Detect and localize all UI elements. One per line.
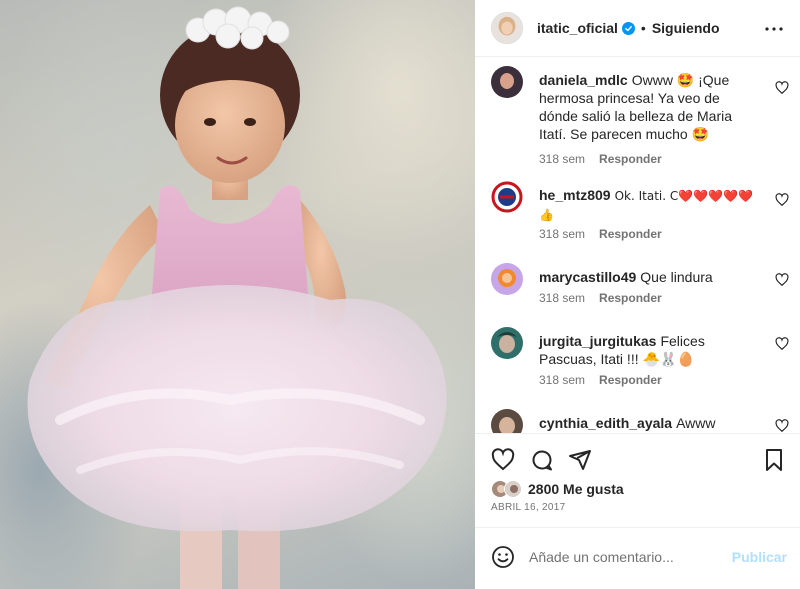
reply-button[interactable]: Responder	[599, 291, 662, 305]
likes-summary[interactable]: 2800 Me gusta	[491, 479, 624, 499]
comment-text-block: cynthia_edith_ayalaAwww siempre	[539, 414, 759, 433]
commenter-avatar[interactable]	[491, 263, 523, 295]
header-separator: •	[640, 20, 646, 36]
share-icon[interactable]	[568, 448, 592, 472]
comment-meta: 318 sem Responder	[539, 291, 662, 305]
comment-meta: 318 sem Responder	[539, 152, 662, 166]
comment-username[interactable]: marycastillo49	[539, 269, 636, 285]
comment-heart-icon[interactable]	[775, 193, 789, 207]
more-horizontal-icon[interactable]	[764, 19, 784, 39]
comment-text-block: jurgita_jurgitukas Felices Pascuas, Itati…	[539, 332, 759, 368]
comment-age: 318 sem	[539, 227, 586, 241]
publish-button[interactable]: Publicar	[732, 549, 787, 565]
likes-count[interactable]: 2800 Me gusta	[528, 481, 624, 497]
comments-list[interactable]: daniela_mdlc Owww 🤩 ¡Que hermosa princesa…	[475, 58, 800, 433]
comment-age: 318 sem	[539, 373, 586, 387]
comment-username[interactable]: he_mtz809	[539, 187, 611, 203]
post-date[interactable]: ABRIL 16, 2017	[491, 502, 565, 513]
commenter-avatar[interactable]	[491, 66, 523, 98]
post-header: itatic_oficial • Siguiendo	[475, 0, 800, 57]
liker-avatar	[504, 480, 522, 498]
comment-icon[interactable]	[530, 448, 554, 472]
verified-badge-icon	[621, 21, 635, 35]
comment-age: 318 sem	[539, 291, 586, 305]
comment-username[interactable]: cynthia_edith_ayala	[539, 415, 672, 431]
bookmark-icon[interactable]	[762, 448, 786, 472]
following-button[interactable]: Siguiendo	[652, 20, 720, 36]
comment-age: 318 sem	[539, 152, 586, 166]
heart-icon[interactable]	[491, 448, 515, 472]
post-photo[interactable]	[0, 0, 475, 589]
section-divider	[475, 433, 800, 434]
comment-heart-icon[interactable]	[775, 273, 789, 287]
comment-username[interactable]: daniela_mdlc	[539, 72, 628, 88]
comment-text-block: marycastillo49 Que lindura	[539, 268, 759, 286]
comment-text: Que lindura	[640, 269, 713, 285]
comment-heart-icon[interactable]	[775, 337, 789, 351]
reply-button[interactable]: Responder	[599, 152, 662, 166]
commenter-avatar[interactable]	[491, 181, 523, 213]
comment-username[interactable]: jurgita_jurgitukas	[539, 333, 656, 349]
comment-text-block: he_mtz809 Ok. Itati. C❤️❤️❤️❤️❤️👍	[539, 186, 759, 224]
reply-button[interactable]: Responder	[599, 373, 662, 387]
reply-button[interactable]: Responder	[599, 227, 662, 241]
commenter-avatar[interactable]	[491, 409, 523, 433]
comment-text-block: daniela_mdlc Owww 🤩 ¡Que hermosa princesa…	[539, 71, 759, 143]
author-username[interactable]: itatic_oficial	[537, 20, 618, 36]
comment-input[interactable]	[529, 549, 719, 565]
post-details-panel: itatic_oficial • Siguiendo daniela_mdlc O…	[475, 0, 800, 589]
comment-meta: 318 sem Responder	[539, 373, 662, 387]
author-avatar[interactable]	[491, 12, 523, 44]
add-comment-bar: Publicar	[475, 528, 800, 586]
emoji-icon[interactable]	[491, 545, 515, 569]
comment-heart-icon[interactable]	[775, 81, 789, 95]
comment-meta: 318 sem Responder	[539, 227, 662, 241]
post-photo-illustration	[27, 6, 447, 589]
comment-heart-icon[interactable]	[775, 419, 789, 433]
post-action-bar	[475, 444, 800, 476]
commenter-avatar[interactable]	[491, 327, 523, 359]
